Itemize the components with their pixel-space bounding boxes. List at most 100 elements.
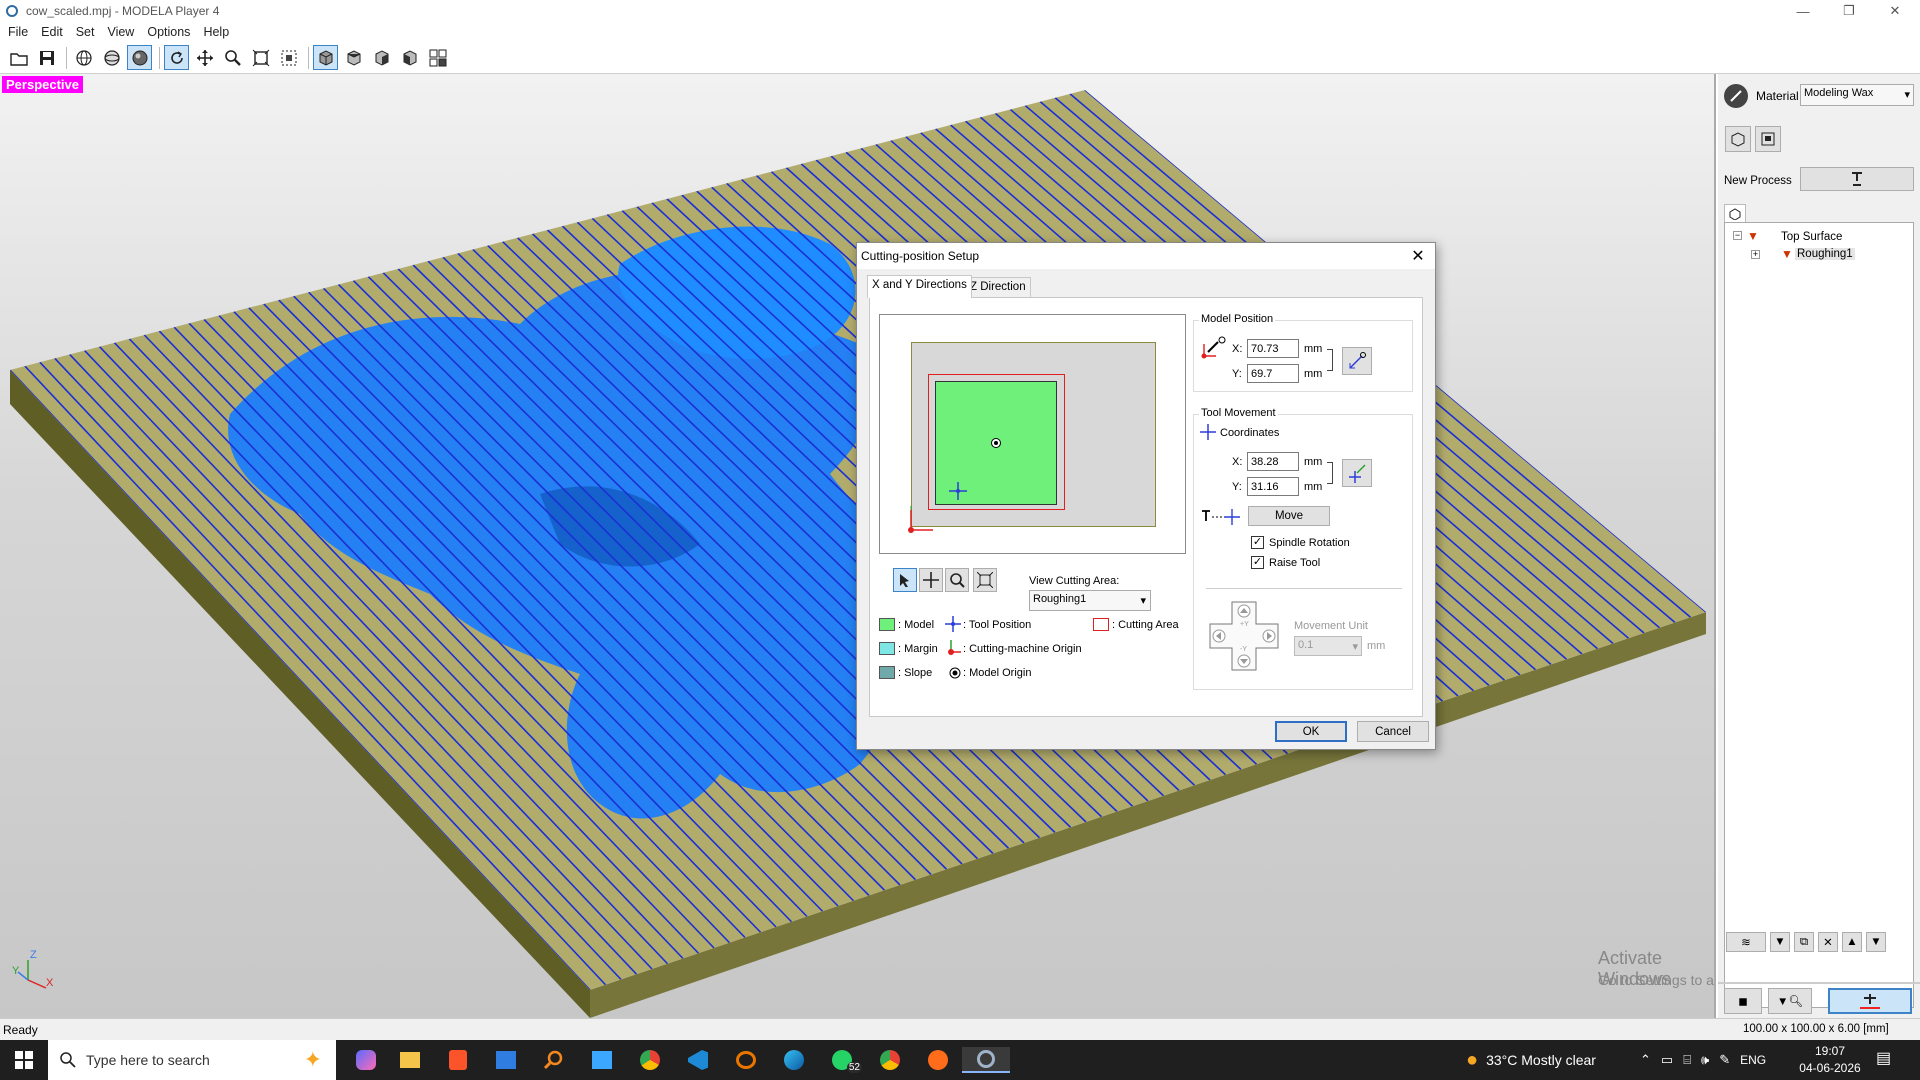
grid-sphere-icon[interactable] — [99, 45, 124, 70]
view-cutting-area-select[interactable]: Roughing1 ▾ — [1029, 590, 1151, 611]
menu-file[interactable]: File — [8, 25, 28, 39]
svg-text:Z: Z — [30, 949, 37, 961]
minimize-button[interactable]: — — [1780, 0, 1826, 22]
select-pointer-icon[interactable] — [893, 568, 917, 592]
menu-edit[interactable]: Edit — [41, 25, 63, 39]
whatsapp-icon[interactable]: 52 — [818, 1047, 866, 1073]
path-view-icon[interactable]: ≋ — [1726, 932, 1766, 952]
position-preview[interactable] — [879, 314, 1186, 554]
tree-collapse-icon[interactable]: − — [1733, 231, 1742, 240]
legend-tool-position-label: : Tool Position — [963, 619, 1032, 631]
cut-button[interactable] — [1828, 988, 1912, 1014]
network-icon[interactable]: ⌸ — [1683, 1052, 1691, 1068]
preview-icon[interactable]: ◼ — [1724, 988, 1762, 1014]
sublime-icon[interactable] — [914, 1047, 962, 1073]
legend-slope-swatch — [879, 666, 895, 679]
pan-icon[interactable] — [192, 45, 217, 70]
menu-view[interactable]: View — [107, 25, 134, 39]
monitor-icon[interactable]: ▭ — [1661, 1052, 1673, 1068]
weather-widget[interactable]: ● 33°C Mostly clear — [1466, 1040, 1596, 1080]
close-button[interactable]: ✕ — [1872, 0, 1918, 22]
model-origin-marker — [991, 438, 1001, 448]
tool-y-label: Y: — [1232, 481, 1242, 493]
model-y-input[interactable] — [1247, 364, 1299, 383]
clock[interactable]: 19:07 04-06-2026 — [1790, 1043, 1870, 1077]
menu-set[interactable]: Set — [76, 25, 95, 39]
tool-y-input[interactable] — [1247, 477, 1299, 496]
notifications-icon[interactable]: ▤ — [1876, 1048, 1891, 1068]
dialog-close-icon[interactable]: ✕ — [1407, 245, 1429, 267]
stock-icon[interactable] — [1725, 126, 1751, 152]
delete-icon[interactable]: ✕ — [1818, 932, 1838, 952]
move-down-icon[interactable]: ▼ — [1866, 932, 1886, 952]
tool-position-marker — [949, 482, 967, 500]
filter-icon[interactable]: ▼ — [1770, 932, 1790, 952]
menu-options[interactable]: Options — [147, 25, 190, 39]
new-process-button[interactable] — [1800, 167, 1914, 191]
set-tool-position-button[interactable] — [1342, 459, 1372, 487]
zoom-fit-icon[interactable] — [973, 568, 997, 592]
tree-item-top-surface[interactable]: Top Surface — [1781, 231, 1842, 243]
brave-icon[interactable] — [434, 1047, 482, 1073]
chrome-profile-icon[interactable] — [626, 1047, 674, 1073]
vscode-icon[interactable] — [674, 1047, 722, 1073]
search-app-icon[interactable] — [530, 1047, 578, 1073]
store-icon[interactable] — [482, 1047, 530, 1073]
copy-icon[interactable]: ⧉ — [1794, 932, 1814, 952]
view-top-icon[interactable] — [341, 45, 366, 70]
view-side-icon[interactable] — [397, 45, 422, 70]
tool-x-input[interactable] — [1247, 452, 1299, 471]
tab-z-direction[interactable]: Z Direction — [965, 277, 1031, 297]
windows-start-icon[interactable] — [0, 1040, 48, 1080]
svg-text:Y: Y — [12, 965, 20, 977]
language-indicator[interactable]: ENG — [1740, 1053, 1766, 1067]
tree-expand-icon[interactable]: + — [1751, 250, 1760, 259]
wireframe-icon[interactable] — [71, 45, 96, 70]
rotate-icon[interactable] — [164, 45, 189, 70]
zoom-icon[interactable] — [220, 45, 245, 70]
svg-text:+Y: +Y — [1240, 621, 1249, 628]
model-x-input[interactable] — [1247, 339, 1299, 358]
move-up-icon[interactable]: ▲ — [1842, 932, 1862, 952]
raise-tool-checkbox[interactable]: ✓ — [1251, 556, 1264, 569]
view-iso-icon[interactable] — [313, 45, 338, 70]
shaded-sphere-icon[interactable] — [127, 45, 152, 70]
taskbar-search-box[interactable]: Type here to search ✦ — [48, 1040, 336, 1080]
tree-item-roughing1[interactable]: Roughing1 — [1795, 248, 1855, 260]
movement-unit-select[interactable]: 0.1 ▾ — [1294, 636, 1362, 656]
tab-xy-directions[interactable]: X and Y Directions — [867, 275, 972, 298]
cut-preview-icon[interactable]: ▼🔍︎ — [1768, 988, 1812, 1014]
zoom-window-icon[interactable] — [276, 45, 301, 70]
edge-icon[interactable] — [770, 1047, 818, 1073]
view-front-icon[interactable] — [369, 45, 394, 70]
zoom-icon[interactable] — [945, 568, 969, 592]
cancel-button[interactable]: Cancel — [1357, 721, 1429, 742]
tab-page: View Cutting Area: Roughing1 ▾ : Model : … — [869, 297, 1423, 717]
jog-pad[interactable]: +Y -Y — [1204, 598, 1284, 674]
model-y-unit: mm — [1304, 368, 1323, 380]
spindle-rotation-checkbox[interactable]: ✓ — [1251, 536, 1264, 549]
zoom-all-icon[interactable] — [248, 45, 273, 70]
chevron-up-icon[interactable]: ⌃ — [1640, 1052, 1651, 1068]
tree-tab[interactable] — [1724, 204, 1746, 222]
modela-player-icon[interactable] — [962, 1047, 1010, 1073]
pen-icon[interactable]: ✎ — [1719, 1052, 1730, 1068]
restore-button[interactable]: ❐ — [1826, 0, 1872, 22]
blender-icon[interactable] — [722, 1047, 770, 1073]
file-explorer-icon[interactable] — [386, 1047, 434, 1073]
material-select[interactable]: Modeling Wax ▾ — [1800, 84, 1914, 106]
set-model-origin-button[interactable] — [1342, 347, 1372, 375]
ok-button[interactable]: OK — [1275, 721, 1347, 742]
copilot-icon[interactable] — [346, 1047, 386, 1073]
photos-icon[interactable] — [578, 1047, 626, 1073]
chrome-icon[interactable] — [866, 1047, 914, 1073]
volume-icon[interactable]: 🕪︎ — [1701, 1052, 1709, 1068]
move-button[interactable]: Move — [1248, 506, 1330, 526]
status-text: Ready — [3, 1023, 38, 1037]
process-sheet-icon[interactable] — [1755, 126, 1781, 152]
pan-icon[interactable] — [919, 568, 943, 592]
open-icon[interactable] — [6, 45, 31, 70]
menu-help[interactable]: Help — [203, 25, 229, 39]
view-multi-icon[interactable] — [425, 45, 450, 70]
save-icon[interactable] — [34, 45, 59, 70]
